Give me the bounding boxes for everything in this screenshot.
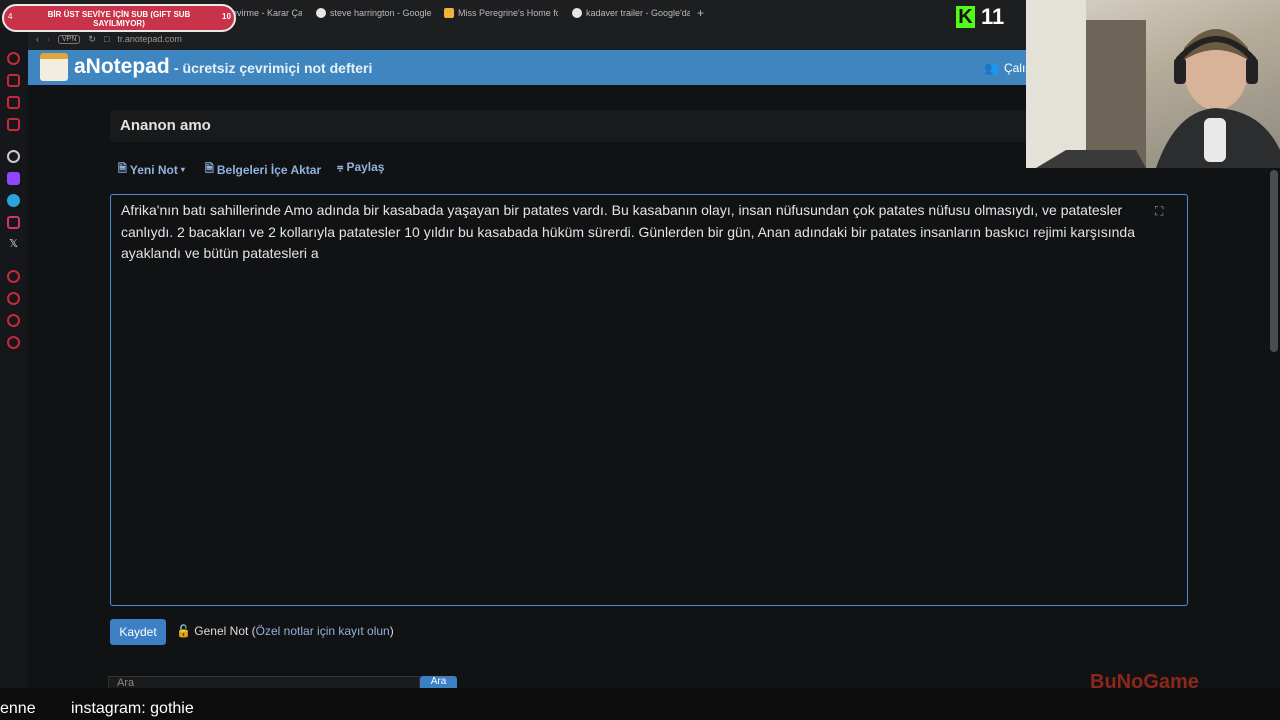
tab-google-steve[interactable]: steve harrington - Google [316, 5, 434, 21]
sidebar-notes-icon[interactable] [7, 118, 20, 131]
lock-icon: □ [103, 34, 110, 44]
browser-sidebar: 𝕏 [0, 28, 28, 688]
streamer-silhouette [1026, 0, 1280, 168]
import-documents-button[interactable]: 🗎 Belgeleri İçe Aktar [205, 160, 321, 179]
webcam-overlay [1026, 0, 1280, 168]
watermark-logo: BuNoGame [1090, 671, 1199, 693]
ticker-text: enne [0, 700, 36, 717]
sub-goal-text: BİR ÜST SEVİYE İÇİN SUB (GIFT SUB SAYILM… [47, 10, 191, 28]
twitch-icon[interactable] [7, 172, 20, 185]
sidebar-bag-icon[interactable] [7, 74, 20, 87]
users-icon: 👥 [984, 61, 999, 75]
document-icon: 🗎 [118, 163, 127, 175]
tab-miss-peregrine[interactable]: Miss Peregrine's Home fo [444, 5, 558, 21]
import-icon: 🗎 [205, 163, 214, 175]
sub-goal-current: 4 [8, 12, 13, 21]
x-icon[interactable]: 𝕏 [7, 238, 20, 251]
note-editor[interactable]: Afrika'nın batı sahillerinde Amo adında … [110, 194, 1188, 606]
save-button[interactable]: Kaydet [110, 619, 166, 645]
caret-down-icon: ▾ [180, 165, 185, 174]
new-note-button[interactable]: 🗎 Yeni Not ▾ [118, 160, 185, 179]
telegram-icon[interactable] [7, 194, 20, 207]
sidebar-play-icon[interactable] [7, 270, 20, 283]
workspace-link[interactable]: 👥 Çalış [984, 61, 1031, 75]
kick-logo-icon: K [956, 6, 975, 28]
tab-label: steve harrington - Google [330, 8, 432, 18]
google-favicon-icon [316, 8, 326, 18]
tab-label: kadaver trailer - Google'da [586, 8, 690, 18]
tab-label: Miss Peregrine's Home fo [458, 8, 558, 18]
forward-icon[interactable]: › [47, 34, 50, 44]
sidebar-chat-icon[interactable] [7, 314, 20, 327]
vpn-badge[interactable]: VPN [58, 34, 81, 44]
share-label: Paylaş [346, 160, 385, 174]
tab-google-kadaver[interactable]: kadaver trailer - Google'da [572, 5, 690, 21]
notepad-logo-icon[interactable] [40, 53, 68, 81]
sidebar-clock-icon[interactable] [7, 292, 20, 305]
register-link[interactable]: Özel notlar için kayıt olun [256, 624, 390, 638]
ticker-text: instagram: gothie [71, 700, 194, 717]
note-visibility: 🔓 Genel Not (Özel notlar için kayıt olun… [176, 624, 394, 638]
unlock-icon: 🔓 [176, 624, 191, 638]
sub-goal-banner: BİR ÜST SEVİYE İÇİN SUB (GIFT SUB SAYILM… [2, 4, 236, 32]
share-icon: ⩦ [337, 160, 344, 173]
sidebar-mail-icon[interactable] [7, 96, 20, 109]
bookmark-favicon-icon [444, 8, 454, 18]
sidebar-settings-icon[interactable] [7, 336, 20, 349]
sidebar-history-icon[interactable] [7, 52, 20, 65]
url-field[interactable]: tr.anotepad.com [117, 34, 182, 44]
visibility-label: Genel Not [194, 624, 249, 638]
back-icon[interactable]: ‹ [36, 34, 39, 44]
note-title-input[interactable]: Ananon amo [120, 117, 211, 134]
new-note-label: Yeni Not [129, 162, 178, 177]
page-scrollbar[interactable] [1270, 170, 1278, 352]
import-label: Belgeleri İçe Aktar [216, 162, 322, 177]
site-brand[interactable]: aNotepad [74, 55, 170, 79]
chatgpt-icon[interactable] [7, 150, 20, 163]
share-button[interactable]: ⩦ Paylaş [337, 160, 384, 174]
sub-goal-target: 10 [222, 12, 231, 21]
reload-icon[interactable]: ↻ [88, 34, 96, 45]
fullscreen-icon[interactable]: ⛶ [1155, 204, 1169, 218]
viewer-count: 11 [981, 4, 1005, 29]
google-favicon-icon [572, 8, 582, 18]
site-tagline: - ücretsiz çevrimiçi not defteri [174, 60, 373, 76]
instagram-icon[interactable] [7, 216, 20, 229]
kick-viewer-counter: K 11 [956, 4, 1004, 30]
new-tab-button[interactable]: + [697, 5, 709, 21]
